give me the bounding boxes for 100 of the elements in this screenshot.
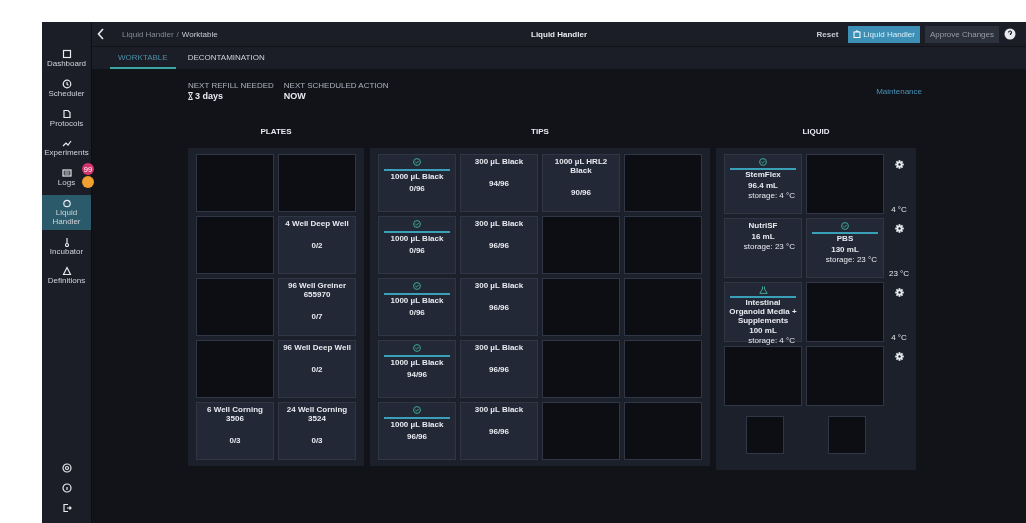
tip-rack-slot[interactable]: 300 µL Black 96/96 — [460, 340, 538, 398]
settings-icon[interactable] — [61, 463, 72, 473]
slot-count: 0/7 — [311, 311, 323, 321]
empty-slot[interactable] — [278, 154, 356, 212]
slot-count: 96/96 — [489, 364, 509, 374]
action-button[interactable]: Reset — [811, 25, 844, 43]
tip-rack-slot[interactable]: 1000 µL Black 96/96 — [378, 402, 456, 460]
tip-rack-slot[interactable]: 300 µL Black 96/96 — [460, 278, 538, 336]
check-circle-icon — [413, 344, 421, 352]
slot-count: 96/96 — [489, 302, 509, 312]
window-title: Liquid Handler — [531, 29, 587, 39]
clock-icon — [61, 78, 72, 89]
slot-name: 1000 µL Black — [390, 235, 444, 244]
back-icon[interactable] — [97, 28, 105, 40]
info-value: 3 days — [195, 91, 224, 101]
info-label: NEXT SCHEDULED ACTION — [283, 81, 389, 90]
slot-name: 1000 µL Black — [390, 421, 444, 430]
sidebar-item[interactable]: Protocols — [42, 105, 91, 132]
help-icon[interactable] — [1004, 28, 1016, 40]
empty-slot[interactable] — [196, 154, 274, 212]
plate-slot[interactable]: 4 Well Deep Well 0/2 — [278, 216, 356, 274]
empty-slot[interactable] — [624, 402, 702, 460]
slot-name: 300 µL Black — [474, 282, 524, 291]
empty-slot[interactable] — [724, 346, 802, 406]
tip-rack-slot[interactable]: 1000 µL Black 0/96 — [378, 216, 456, 274]
empty-slot[interactable] — [806, 346, 884, 406]
empty-slot[interactable] — [196, 216, 274, 274]
reagent-slot[interactable]: NutriSF 16 mL storage: 23 °C — [724, 218, 802, 278]
sidebar-item[interactable]: Definitions — [42, 263, 91, 290]
temperature-label: 23 °C — [888, 269, 910, 278]
breadcrumb-current: Worktable — [181, 29, 218, 39]
empty-slot[interactable] — [542, 278, 620, 336]
reagent-name: NutriSF — [748, 222, 778, 231]
tip-rack-slot[interactable]: 1000 µL Black 0/96 — [378, 278, 456, 336]
slot-count: 0/3 — [311, 435, 323, 445]
sidebar-item[interactable]: Experiments — [42, 135, 91, 162]
empty-slot[interactable] — [624, 216, 702, 274]
slot-count: 94/96 — [407, 369, 427, 379]
slot-name: 1000 µL Black — [390, 173, 444, 182]
tip-rack-slot[interactable]: 1000 µL HRL2 Black 90/96 — [542, 154, 620, 212]
sidebar-item[interactable]: Scheduler — [42, 75, 91, 102]
breadcrumb-separator: / — [176, 29, 179, 39]
empty-slot[interactable] — [542, 402, 620, 460]
empty-slot[interactable] — [542, 340, 620, 398]
plate-slot[interactable]: 96 Well Deep Well 0/2 — [278, 340, 356, 398]
plate-slot[interactable]: 96 Well Greiner 655970 0/7 — [278, 278, 356, 336]
sidebar-item[interactable]: Liquid Handler — [42, 195, 91, 230]
empty-slot[interactable] — [624, 340, 702, 398]
slot-count: 0/2 — [311, 240, 323, 250]
tip-rack-slot[interactable]: 300 µL Black 94/96 — [460, 154, 538, 212]
maintenance-link[interactable]: Maintenance — [876, 86, 922, 96]
check-circle-icon — [413, 220, 421, 228]
slot-name: 1000 µL Black — [390, 297, 444, 306]
storage-temperature: storage: 23 °C — [825, 254, 877, 264]
reagent-volume: 96.4 mL — [748, 180, 778, 190]
tab[interactable]: DECONTAMINATION — [179, 47, 273, 69]
reagent-volume: 100 mL — [749, 326, 777, 336]
slot-name: 24 Well Corning 3524 — [285, 406, 349, 424]
info-icon[interactable] — [61, 483, 72, 493]
slot-count: 0/3 — [229, 435, 241, 445]
slot-count: 96/96 — [489, 426, 509, 436]
reagent-name: PBS — [836, 235, 854, 244]
slot-count: 90/96 — [571, 187, 591, 197]
tip-rack-slot[interactable]: 300 µL Black 96/96 — [460, 216, 538, 274]
check-circle-icon — [413, 282, 421, 290]
tip-rack-slot[interactable]: 300 µL Black 96/96 — [460, 402, 538, 460]
slot-count: 0/96 — [409, 183, 425, 193]
empty-slot[interactable] — [196, 340, 274, 398]
plate-slot[interactable]: 24 Well Corning 3524 0/3 — [278, 402, 356, 460]
settings-icon[interactable] — [894, 288, 904, 297]
settings-icon[interactable] — [894, 352, 904, 361]
empty-slot[interactable] — [624, 154, 702, 212]
logout-icon[interactable] — [61, 503, 72, 513]
check-circle-icon — [759, 158, 767, 166]
check-circle-icon — [413, 158, 421, 166]
reagent-slot[interactable]: StemFlex 96.4 mL storage: 4 °C — [724, 154, 802, 214]
empty-slot[interactable] — [806, 282, 884, 342]
reagent-name: Intestinal Organoid Media + Supplements — [728, 299, 798, 326]
plate-slot[interactable]: 6 Well Corning 3506 0/3 — [196, 402, 274, 460]
tip-rack-slot[interactable]: 1000 µL Black 0/96 — [378, 154, 456, 212]
empty-slot[interactable] — [806, 154, 884, 214]
empty-slot[interactable] — [746, 416, 784, 454]
empty-slot[interactable] — [624, 278, 702, 336]
sidebar-item[interactable]: Dashboard — [42, 46, 91, 72]
storage-temperature: storage: 23 °C — [743, 241, 795, 251]
section-heading: PLATES — [260, 127, 292, 136]
storage-temperature: storage: 4 °C — [748, 190, 795, 200]
breadcrumb-link[interactable]: Liquid Handler — [122, 29, 174, 39]
empty-slot[interactable] — [196, 278, 274, 336]
slot-name: 1000 µL Black — [390, 359, 444, 368]
empty-slot[interactable] — [542, 216, 620, 274]
settings-icon[interactable] — [894, 160, 904, 169]
sidebar-item[interactable]: Incubator — [42, 233, 91, 260]
reagent-slot[interactable]: PBS 130 mL storage: 23 °C — [806, 218, 884, 278]
tip-rack-slot[interactable]: 1000 µL Black 94/96 — [378, 340, 456, 398]
empty-slot[interactable] — [828, 416, 866, 454]
section-heading: LIQUID — [802, 127, 830, 136]
slot-count: 0/96 — [409, 307, 425, 317]
settings-icon[interactable] — [894, 224, 904, 233]
tab[interactable]: WORKTABLE — [110, 47, 176, 69]
